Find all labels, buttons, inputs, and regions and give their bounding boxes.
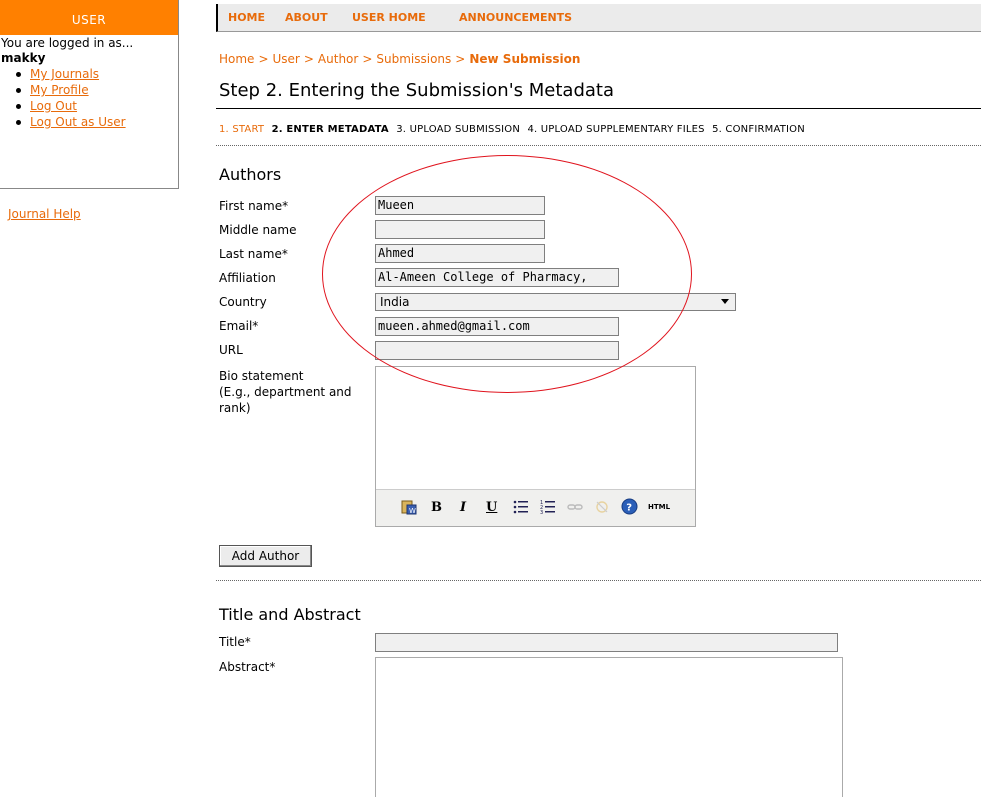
italic-icon[interactable]: I bbox=[460, 500, 466, 515]
middle-name-label: Middle name bbox=[219, 223, 297, 237]
user-sidebar-block: USER You are logged in as... makky My Jo… bbox=[0, 0, 179, 189]
breadcrumb-user[interactable]: User bbox=[273, 52, 300, 66]
bio-label-line3: rank) bbox=[219, 401, 251, 415]
submission-steps: 1. START 2. ENTER METADATA 3. UPLOAD SUB… bbox=[219, 124, 809, 135]
editor-toolbar: W B I U 123 ? HTML bbox=[376, 489, 695, 526]
link-icon[interactable] bbox=[567, 500, 583, 518]
breadcrumb-separator: > bbox=[258, 52, 269, 66]
top-navigation: HOME ABOUT USER HOME ANNOUNCEMENTS bbox=[216, 4, 981, 32]
logged-in-text: You are logged in as... bbox=[1, 36, 134, 50]
step-enter-metadata: 2. ENTER METADATA bbox=[271, 124, 389, 135]
url-label: URL bbox=[219, 343, 243, 357]
log-out-as-user-link[interactable]: Log Out as User bbox=[30, 115, 126, 129]
breadcrumb-home[interactable]: Home bbox=[219, 52, 254, 66]
first-name-label: First name* bbox=[219, 199, 289, 213]
country-label: Country bbox=[219, 295, 267, 309]
step-start[interactable]: 1. START bbox=[219, 124, 264, 135]
my-profile-link[interactable]: My Profile bbox=[30, 83, 89, 97]
title-field[interactable] bbox=[375, 633, 838, 652]
bio-label-line2: (E.g., department and bbox=[219, 385, 352, 399]
username: makky bbox=[1, 51, 46, 65]
breadcrumb: Home > User > Author > Submissions > New Submiss… bbox=[219, 52, 580, 66]
step-upload-supplementary: 4. UPLOAD SUPPLEMENTARY FILES bbox=[527, 124, 705, 135]
help-icon[interactable]: ? bbox=[621, 498, 638, 519]
sidebar-links: My Journals My Profile Log Out Log Out a… bbox=[0, 66, 178, 130]
abstract-editor[interactable] bbox=[375, 657, 843, 797]
unlink-icon[interactable] bbox=[594, 499, 610, 519]
sidebar-heading: USER bbox=[0, 0, 178, 35]
nav-about[interactable]: ABOUT bbox=[285, 11, 328, 24]
svg-text:?: ? bbox=[626, 503, 632, 514]
journal-help-link[interactable]: Journal Help bbox=[8, 207, 81, 221]
title-abstract-section-title: Title and Abstract bbox=[219, 605, 361, 624]
breadcrumb-separator: > bbox=[455, 52, 466, 66]
breadcrumb-submissions[interactable]: Submissions bbox=[376, 52, 451, 66]
bio-statement-label: Bio statement (E.g., department and rank… bbox=[219, 368, 352, 416]
affiliation-label: Affiliation bbox=[219, 271, 276, 285]
title-divider bbox=[216, 108, 981, 109]
section-divider bbox=[216, 580, 981, 581]
breadcrumb-separator: > bbox=[362, 52, 373, 66]
breadcrumb-separator: > bbox=[303, 52, 314, 66]
step-upload-submission: 3. UPLOAD SUBMISSION bbox=[396, 124, 521, 135]
steps-divider bbox=[216, 145, 981, 146]
svg-text:3: 3 bbox=[540, 510, 543, 515]
step-confirmation: 5. CONFIRMATION bbox=[712, 124, 805, 135]
bold-icon[interactable]: B bbox=[431, 500, 442, 515]
email-label: Email* bbox=[219, 319, 259, 333]
authors-section-title: Authors bbox=[219, 165, 282, 184]
breadcrumb-current[interactable]: New Submission bbox=[469, 52, 580, 66]
page-title: Step 2. Entering the Submission's Metada… bbox=[219, 80, 614, 101]
bio-label-line1: Bio statement bbox=[219, 369, 304, 383]
last-name-label: Last name* bbox=[219, 247, 288, 261]
html-source-button[interactable]: HTML bbox=[648, 503, 670, 511]
add-author-button[interactable]: Add Author bbox=[219, 545, 312, 567]
underline-icon[interactable]: U bbox=[486, 500, 497, 515]
chevron-down-icon[interactable] bbox=[721, 299, 729, 304]
abstract-label: Abstract* bbox=[219, 660, 276, 674]
numbered-list-icon[interactable]: 123 bbox=[540, 499, 556, 519]
annotation-ellipse bbox=[322, 155, 692, 393]
title-label: Title* bbox=[219, 635, 251, 649]
svg-text:W: W bbox=[409, 507, 416, 515]
nav-announcements[interactable]: ANNOUNCEMENTS bbox=[459, 11, 572, 24]
breadcrumb-author[interactable]: Author bbox=[318, 52, 358, 66]
nav-home[interactable]: HOME bbox=[228, 11, 265, 24]
nav-user-home[interactable]: USER HOME bbox=[352, 11, 426, 24]
bullet-list-icon[interactable] bbox=[513, 499, 529, 519]
log-out-link[interactable]: Log Out bbox=[30, 99, 77, 113]
my-journals-link[interactable]: My Journals bbox=[30, 67, 99, 81]
paste-from-word-icon[interactable]: W bbox=[401, 499, 417, 519]
